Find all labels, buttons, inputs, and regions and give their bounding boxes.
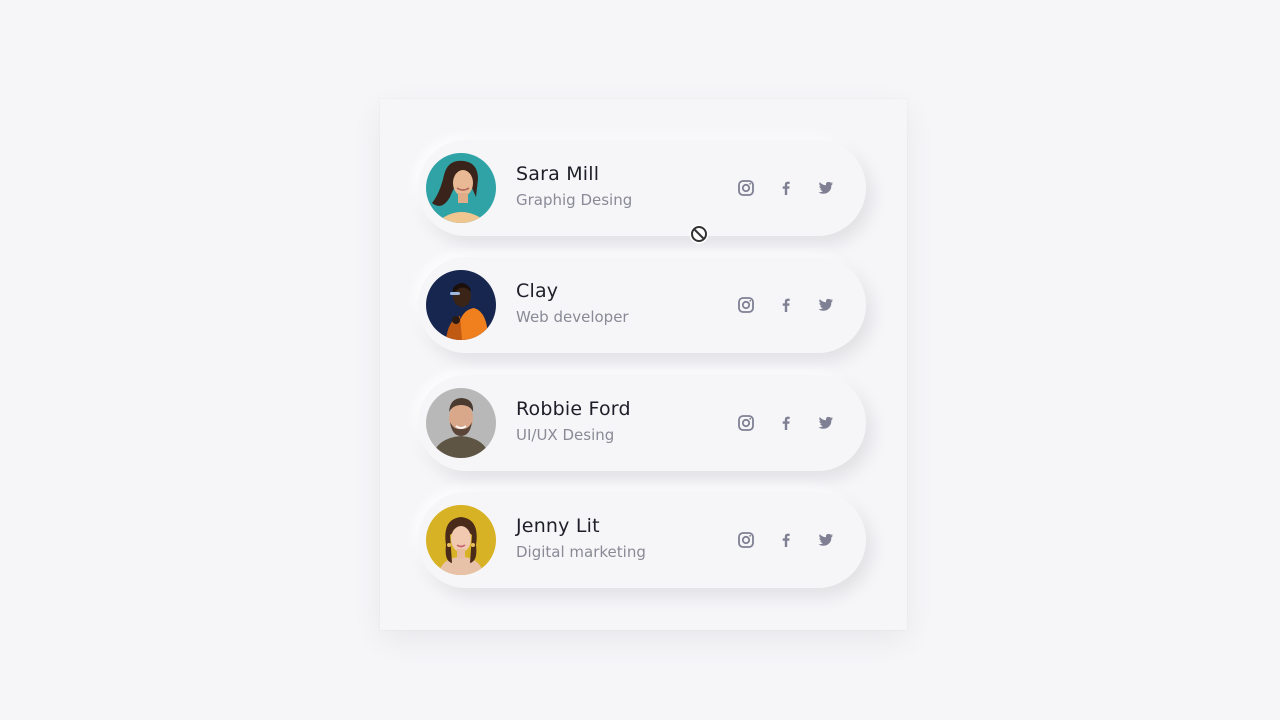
instagram-icon[interactable] — [734, 528, 758, 552]
avatar — [426, 505, 496, 575]
not-allowed-cursor-icon — [689, 224, 709, 244]
member-name: Robbie Ford — [516, 398, 631, 420]
instagram-icon[interactable] — [734, 411, 758, 435]
team-card: Sara Mill Graphig Desing — [418, 140, 866, 236]
avatar — [426, 388, 496, 458]
instagram-icon[interactable] — [734, 293, 758, 317]
twitter-icon[interactable] — [813, 528, 837, 552]
team-panel: Sara Mill Graphig Desing Clay Web develo… — [380, 99, 907, 630]
instagram-icon[interactable] — [734, 176, 758, 200]
twitter-icon[interactable] — [813, 176, 837, 200]
team-card: Jenny Lit Digital marketing — [418, 492, 866, 588]
member-role: UI/UX Desing — [516, 426, 615, 444]
member-role: Digital marketing — [516, 543, 646, 561]
member-role: Web developer — [516, 308, 629, 326]
twitter-icon[interactable] — [813, 293, 837, 317]
avatar — [426, 153, 496, 223]
twitter-icon[interactable] — [813, 411, 837, 435]
team-card: Clay Web developer — [418, 257, 866, 353]
member-name: Jenny Lit — [516, 515, 600, 537]
facebook-icon[interactable] — [774, 528, 798, 552]
team-card: Robbie Ford UI/UX Desing — [418, 375, 866, 471]
facebook-icon[interactable] — [774, 293, 798, 317]
facebook-icon[interactable] — [774, 411, 798, 435]
member-role: Graphig Desing — [516, 191, 633, 209]
avatar — [426, 270, 496, 340]
member-name: Clay — [516, 280, 559, 302]
member-name: Sara Mill — [516, 163, 600, 185]
facebook-icon[interactable] — [774, 176, 798, 200]
